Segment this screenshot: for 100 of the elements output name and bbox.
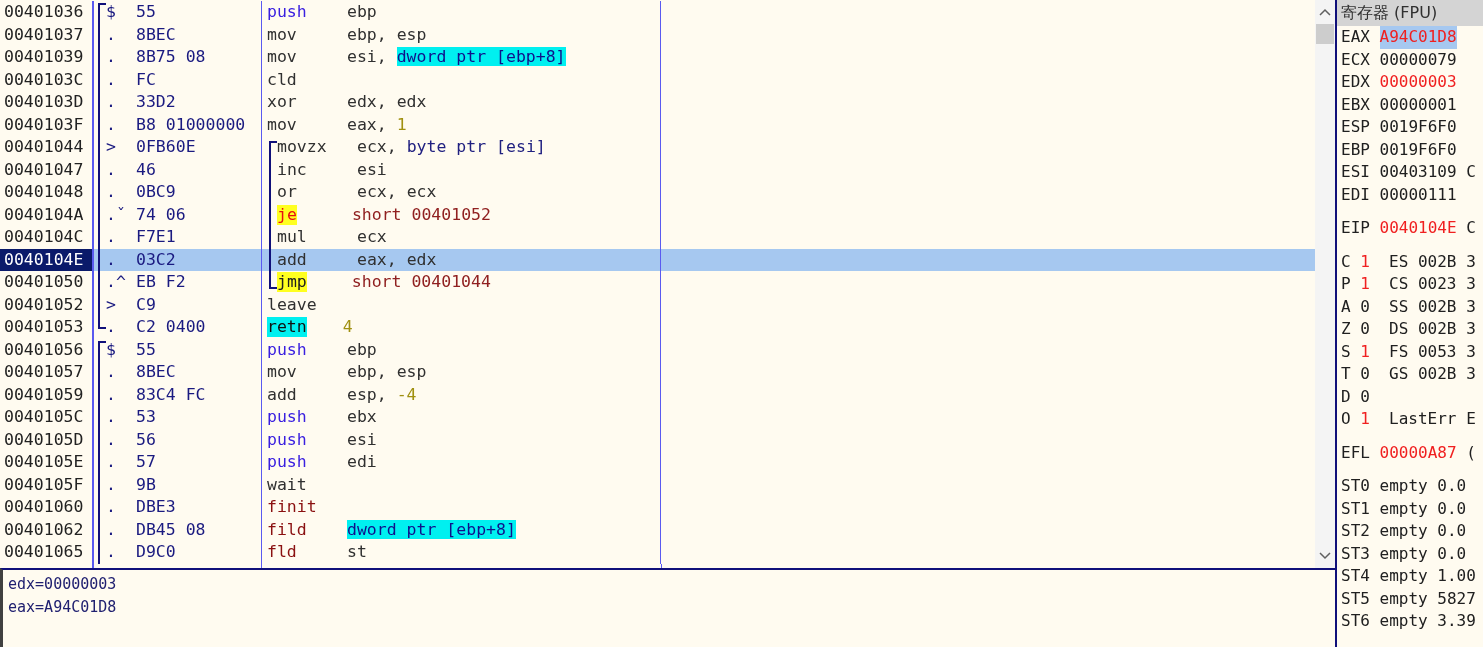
hex-bytes: 33D2 [136,91,262,114]
mnemonic: mov [267,47,298,68]
register-value[interactable]: 00000111 [1379,183,1457,206]
flag-value[interactable]: 0 [1360,385,1370,408]
register-name: EDI [1341,183,1370,206]
mnemonic: fld [267,542,298,563]
mnemonic: or [277,182,298,203]
jump-marker: > [106,293,117,316]
mnemonic: mov [267,362,298,383]
flag-value[interactable]: 1 [1360,340,1370,363]
code-row[interactable]: 00401060 . DBE3 finit [0,496,1315,519]
flag-value[interactable]: 0 [1360,363,1370,386]
mnemonic: xor [267,92,298,113]
mnemonic: movzx [277,137,328,158]
flag-value[interactable]: 1 [1360,408,1370,431]
mnemonic: inc [277,159,308,180]
code-row[interactable]: 00401036 $ 55 push ebp [0,1,1315,24]
register-value[interactable]: 00403109 [1379,161,1457,184]
code-row[interactable]: 00401048 . 0BC9 or ecx, ecx [0,181,1315,204]
jump-marker: . [106,68,117,91]
hex-bytes: DBE3 [136,496,262,519]
flag-name: S [1341,340,1351,363]
code-row[interactable]: 00401047 . 46 inc esi [0,158,1315,181]
jump-marker: . [106,91,117,113]
jump-marker: > [106,136,117,158]
flag-name: A [1341,295,1351,318]
register-note: C [1466,161,1476,183]
hex-bytes: 53 [136,406,262,429]
fpu-register: ST3 empty 0.0 [1341,542,1468,565]
jump-marker: . [106,23,117,46]
hex-bytes: 8B75 08 [136,46,262,69]
operands: ebp, esp [347,23,427,46]
code-row[interactable]: 00401062 . DB45 08 fild dword ptr [ebp+8] [0,518,1315,541]
register-value[interactable]: 0019F6F0 [1379,138,1457,161]
scrollbar[interactable] [1315,0,1335,568]
operands: esi [347,428,377,451]
code-row[interactable]: 0040104E . 03C2 add eax, edx [0,248,1315,271]
scroll-down-icon[interactable] [1319,552,1331,560]
mnemonic: push [267,339,308,360]
code-row[interactable]: 00401050 .^ EB F2 jmp short 00401044 [0,271,1315,294]
jump-marker: . [106,518,117,541]
operands: edi [347,451,377,473]
jump-marker: . [106,406,117,428]
mnemonic: jmp [277,272,307,293]
hex-bytes: 83C4 FC [136,383,262,406]
hex-bytes: 8BEC [136,23,262,46]
register-value[interactable]: 0040104E [1379,217,1457,240]
scroll-thumb[interactable] [1316,24,1334,44]
register-value[interactable]: 00000079 [1379,48,1457,71]
mnemonic: retn [267,317,307,338]
flag-name: D [1341,385,1351,408]
flag-value[interactable]: 1 [1360,273,1370,296]
operands: ecx [357,226,387,248]
fpu-register: ST2 empty 0.0 [1341,520,1468,542]
mnemonic: cld [267,69,298,90]
operands: esi, dword ptr [ebp+8] [347,46,566,68]
flag-value[interactable]: 1 [1360,250,1370,273]
mnemonic: push [267,2,308,23]
code-row[interactable]: 00401056 $ 55 push ebp [0,338,1315,361]
jump-marker: . [106,113,117,136]
operands: edx, edx [347,91,427,113]
code-row[interactable]: 00401065 . D9C0 fld st [0,541,1315,564]
code-row[interactable]: 0040103C . FC cld [0,68,1315,91]
scroll-up-icon[interactable] [1319,8,1331,16]
hex-bytes: 8BEC [136,361,262,384]
code-row[interactable]: 0040105C . 53 push ebx [0,406,1315,429]
code-row[interactable]: 00401044 > 0FB60E movzx ecx, byte ptr [esi] [0,136,1315,159]
register-name: ESP [1341,116,1370,138]
jump-marker: .^ [106,271,127,293]
code-row[interactable]: 0040105F . 9B wait [0,473,1315,496]
register-name: EAX [1341,26,1370,48]
fpu-register: ST0 empty 0.0 [1341,475,1468,497]
code-row[interactable]: 00401039 . 8B75 08 mov esi, dword ptr [ebp+8] [0,46,1315,69]
code-row[interactable]: 0040103D . 33D2 xor edx, edx [0,91,1315,114]
mnemonic: push [267,407,308,428]
operands: ebp [347,1,377,23]
flag-value[interactable]: 0 [1360,318,1370,341]
code-row[interactable]: 00401053 . C2 0400 retn 4 [0,316,1315,339]
code-row[interactable]: 00401057 . 8BEC mov ebp, esp [0,361,1315,384]
register-value[interactable]: 0019F6F0 [1379,116,1457,139]
code-row[interactable]: 0040105E . 57 push edi [0,451,1315,474]
register-value[interactable]: 00000003 [1379,71,1457,94]
register-value[interactable]: 00000A87 [1379,441,1457,464]
jump-marker: . [106,428,117,451]
jump-marker: . [106,383,117,406]
flag-name: P [1341,273,1351,295]
jump-marker: . [106,46,117,68]
code-row[interactable]: 0040104A .ˇ 74 06 je short 00401052 [0,203,1315,226]
flag-value[interactable]: 0 [1360,295,1370,318]
operands: esi [357,158,387,181]
code-row[interactable]: 0040103F . B8 01000000 mov eax, 1 [0,113,1315,136]
flag-name: Z [1341,318,1351,340]
operands: short 00401052 [351,203,491,226]
operands: ebx [347,406,377,428]
info-line: eax=A94C01D8 [8,596,118,618]
hex-bytes: 0FB60E [136,136,262,159]
jump-marker: . [106,541,117,563]
jump-marker: . [106,496,117,518]
info-line: edx=00000003 [8,574,118,595]
register-value[interactable]: 00000001 [1379,93,1457,116]
